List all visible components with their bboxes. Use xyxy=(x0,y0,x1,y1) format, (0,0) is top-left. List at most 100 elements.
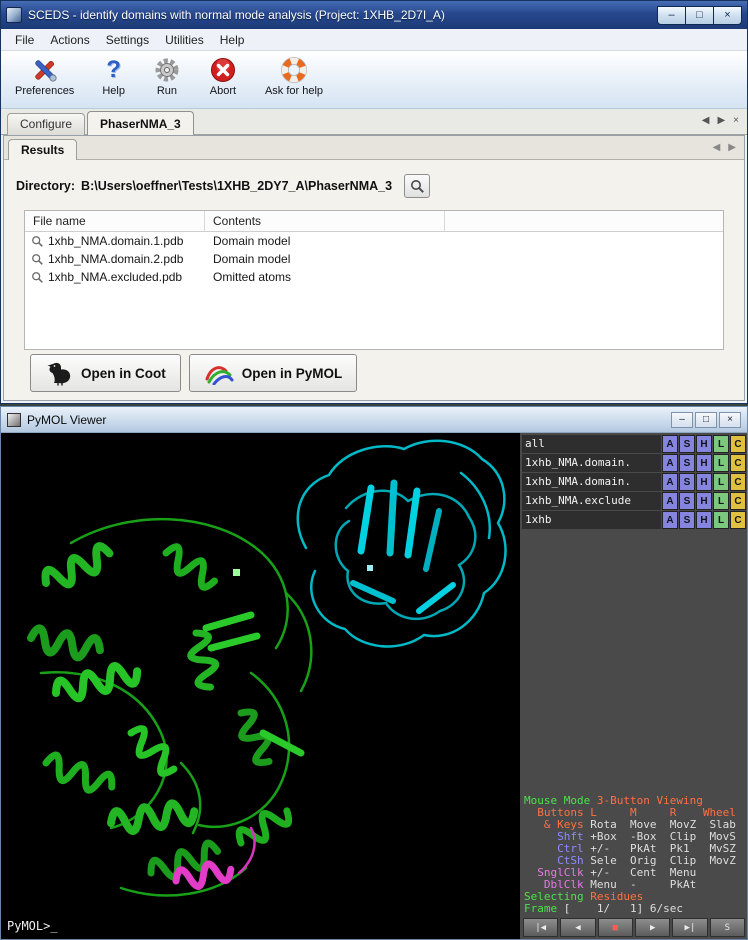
column-header-file-name[interactable]: File name xyxy=(25,211,205,231)
pymol-minimize-button[interactable]: – xyxy=(671,412,693,428)
hide-button[interactable]: H xyxy=(696,511,712,529)
help-button[interactable]: ? Help xyxy=(98,54,129,99)
color-button[interactable]: C xyxy=(730,492,746,510)
hide-button[interactable]: H xyxy=(696,492,712,510)
pymol-side-panel: all A S H L C 1xhb_NMA.domain. A S H L C… xyxy=(520,433,747,939)
sceds-window: SCEDS - identify domains with normal mod… xyxy=(0,0,748,404)
magnifier-icon xyxy=(31,271,44,284)
label-button[interactable]: L xyxy=(713,454,729,472)
gear-icon xyxy=(153,56,181,84)
open-in-coot-label: Open in Coot xyxy=(81,366,166,381)
run-button[interactable]: Run xyxy=(149,54,185,99)
table-row[interactable]: 1xhb_NMA.domain.2.pdb Domain model xyxy=(25,250,723,268)
pymol-close-button[interactable]: × xyxy=(719,412,741,428)
object-row: all A S H L C xyxy=(522,435,746,453)
pymol-logo-icon xyxy=(204,361,234,385)
tab-configure[interactable]: Configure xyxy=(7,113,85,135)
results-tabbar: Results ◀ ▶ xyxy=(4,136,744,160)
tab-phasernma-3[interactable]: PhaserNMA_3 xyxy=(87,111,194,135)
object-row: 1xhb_NMA.domain. A S H L C xyxy=(522,454,746,472)
menubar: File Actions Settings Utilities Help xyxy=(1,29,747,51)
pymol-titlebar[interactable]: PyMOL Viewer – □ × xyxy=(1,407,747,433)
tab-close-icon[interactable]: × xyxy=(733,115,739,126)
menu-utilities[interactable]: Utilities xyxy=(157,31,212,49)
main-tabbar: Configure PhaserNMA_3 ◀ ▶ × xyxy=(1,109,747,135)
vcr-scene-button[interactable]: S xyxy=(710,918,745,937)
color-button[interactable]: C xyxy=(730,473,746,491)
action-button[interactable]: A xyxy=(662,473,678,491)
menu-actions[interactable]: Actions xyxy=(42,31,97,49)
tab-scroll-right-icon[interactable]: ▶ xyxy=(717,115,725,126)
action-button[interactable]: A xyxy=(662,454,678,472)
abort-icon xyxy=(209,56,237,84)
mouse-mode-panel: Mouse Mode 3-Button Viewing Buttons L M … xyxy=(522,795,746,918)
tab-scroll-left-icon[interactable]: ◀ xyxy=(702,115,710,126)
open-in-coot-button[interactable]: Open in Coot xyxy=(30,354,181,392)
molecule-viewport[interactable]: PyMOL>_ xyxy=(1,433,520,939)
hide-button[interactable]: H xyxy=(696,473,712,491)
tab-nav: ◀ ▶ × xyxy=(702,115,739,126)
close-button[interactable]: × xyxy=(713,6,742,25)
object-name-domain2[interactable]: 1xhb_NMA.domain. xyxy=(522,473,661,491)
preferences-button[interactable]: Preferences xyxy=(11,54,78,99)
object-name-excluded[interactable]: 1xhb_NMA.exclude xyxy=(522,492,661,510)
magnifier-icon xyxy=(31,235,44,248)
directory-row: Directory: B:\Users\oeffner\Tests\1XHB_2… xyxy=(4,160,744,198)
coot-bird-icon xyxy=(45,360,73,386)
show-button[interactable]: S xyxy=(679,511,695,529)
frame-counter-line: Frame [ 1/ 1] 6/sec xyxy=(524,903,746,915)
color-button[interactable]: C xyxy=(730,454,746,472)
label-button[interactable]: L xyxy=(713,435,729,453)
label-button[interactable]: L xyxy=(713,511,729,529)
color-button[interactable]: C xyxy=(730,511,746,529)
action-button[interactable]: A xyxy=(662,511,678,529)
browse-button[interactable] xyxy=(404,174,430,198)
object-name-1xhb[interactable]: 1xhb xyxy=(522,511,661,529)
file-contents: Domain model xyxy=(213,252,290,266)
vcr-stop-button[interactable]: ■ xyxy=(598,918,633,937)
results-scroll-left-icon[interactable]: ◀ xyxy=(713,142,721,153)
label-button[interactable]: L xyxy=(713,473,729,491)
tools-icon xyxy=(31,56,59,84)
abort-button[interactable]: Abort xyxy=(205,54,241,99)
object-name-all[interactable]: all xyxy=(522,435,661,453)
open-in-pymol-button[interactable]: Open in PyMOL xyxy=(189,354,358,392)
vcr-back-button[interactable]: ◀ xyxy=(560,918,595,937)
color-button[interactable]: C xyxy=(730,435,746,453)
column-header-contents[interactable]: Contents xyxy=(205,211,445,231)
show-button[interactable]: S xyxy=(679,454,695,472)
results-tab-nav: ◀ ▶ xyxy=(713,142,736,153)
show-button[interactable]: S xyxy=(679,435,695,453)
show-button[interactable]: S xyxy=(679,473,695,491)
help-label: Help xyxy=(102,85,125,97)
file-contents: Domain model xyxy=(213,234,290,248)
hide-button[interactable]: H xyxy=(696,435,712,453)
object-name-domain1[interactable]: 1xhb_NMA.domain. xyxy=(522,454,661,472)
action-button[interactable]: A xyxy=(662,435,678,453)
vcr-controls: |◀ ◀ ■ ▶ ▶| S xyxy=(522,918,746,937)
menu-file[interactable]: File xyxy=(7,31,42,49)
vcr-forward-button[interactable]: ▶| xyxy=(672,918,707,937)
minimize-button[interactable]: – xyxy=(657,6,686,25)
directory-value: B:\Users\oeffner\Tests\1XHB_2DY7_A\Phase… xyxy=(81,179,392,193)
action-button[interactable]: A xyxy=(662,492,678,510)
open-in-pymol-label: Open in PyMOL xyxy=(242,366,343,381)
pymol-command-prompt[interactable]: PyMOL>_ xyxy=(7,919,58,933)
table-row[interactable]: 1xhb_NMA.excluded.pdb Omitted atoms xyxy=(25,268,723,286)
menu-settings[interactable]: Settings xyxy=(98,31,157,49)
vcr-rewind-button[interactable]: |◀ xyxy=(523,918,558,937)
ask-for-help-button[interactable]: Ask for help xyxy=(261,54,327,99)
sceds-titlebar[interactable]: SCEDS - identify domains with normal mod… xyxy=(1,1,747,29)
results-scroll-right-icon[interactable]: ▶ xyxy=(728,142,736,153)
label-button[interactable]: L xyxy=(713,492,729,510)
pymol-maximize-button[interactable]: □ xyxy=(695,412,717,428)
table-row[interactable]: 1xhb_NMA.domain.1.pdb Domain model xyxy=(25,232,723,250)
sceds-window-controls: – □ × xyxy=(658,6,742,25)
menu-help[interactable]: Help xyxy=(212,31,253,49)
maximize-button[interactable]: □ xyxy=(685,6,714,25)
object-row: 1xhb A S H L C xyxy=(522,511,746,529)
tab-results[interactable]: Results xyxy=(8,139,77,160)
hide-button[interactable]: H xyxy=(696,454,712,472)
show-button[interactable]: S xyxy=(679,492,695,510)
vcr-play-button[interactable]: ▶ xyxy=(635,918,670,937)
